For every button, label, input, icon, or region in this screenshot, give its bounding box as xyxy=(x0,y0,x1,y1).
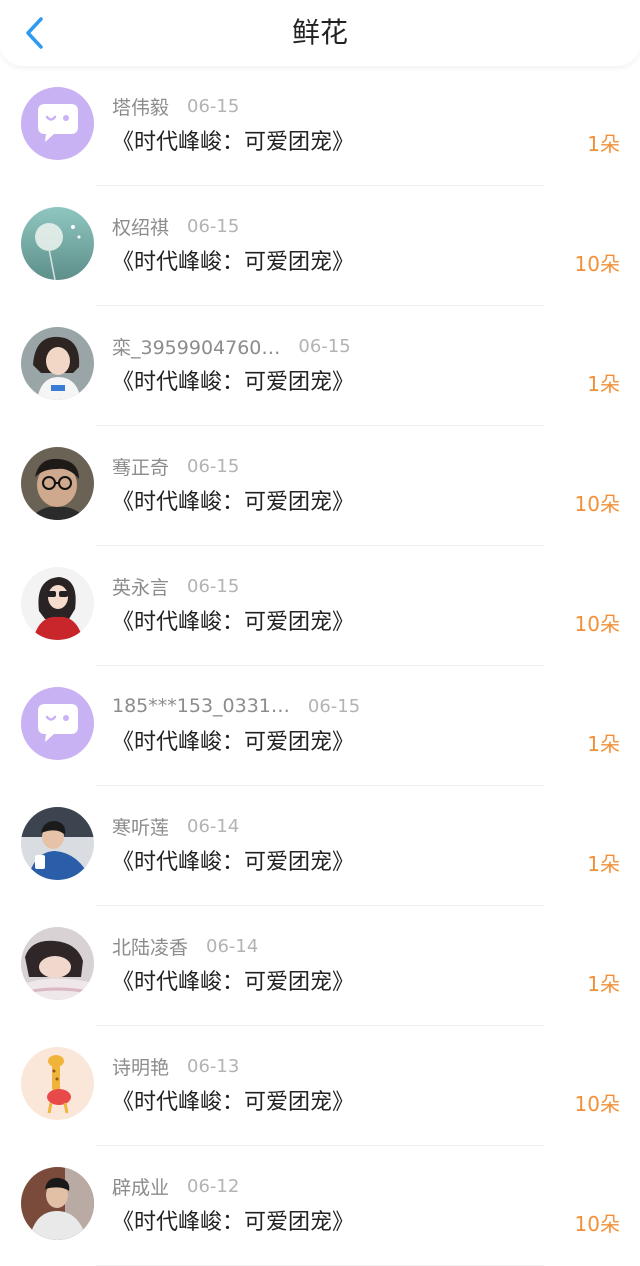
date-label: 06-14 xyxy=(206,935,259,957)
list-item[interactable]: 诗明艳 06-13 《时代峰峻：可爱团宠》 10朵 xyxy=(0,1026,640,1146)
book-title: 《时代峰峻：可爱团宠》 xyxy=(112,970,355,995)
list-item[interactable]: 辟成业 06-12 《时代峰峻：可爱团宠》 10朵 xyxy=(0,1146,640,1266)
list-item[interactable]: 185***153_0331… 06-15 《时代峰峻：可爱团宠》 1朵 xyxy=(0,666,640,786)
date-label: 06-15 xyxy=(298,335,351,357)
dandelion-photo-icon xyxy=(21,207,94,280)
avatar[interactable] xyxy=(21,1047,94,1120)
date-label: 06-14 xyxy=(187,815,240,837)
list-item[interactable]: 栾_3959904760… 06-15 《时代峰峻：可爱团宠》 1朵 xyxy=(0,306,640,426)
avatar[interactable] xyxy=(21,1167,94,1240)
list-item[interactable]: 权绍祺 06-15 《时代峰峻：可爱团宠》 10朵 xyxy=(0,186,640,306)
date-label: 06-15 xyxy=(187,575,240,597)
list-item[interactable]: 寒听莲 06-14 《时代峰峻：可爱团宠》 1朵 xyxy=(0,786,640,906)
date-label: 06-13 xyxy=(187,1055,240,1077)
sleeping-girl-photo-icon xyxy=(21,927,94,1000)
user-name: 栾_3959904760… xyxy=(112,336,281,359)
user-name: 塔伟毅 xyxy=(112,96,170,119)
date-label: 06-15 xyxy=(307,695,361,717)
user-name: 寒听莲 xyxy=(112,816,170,839)
book-title: 《时代峰峻：可爱团宠》 xyxy=(112,130,355,155)
book-title: 《时代峰峻：可爱团宠》 xyxy=(112,730,355,755)
flower-count: 1朵 xyxy=(587,732,620,756)
book-title: 《时代峰峻：可爱团宠》 xyxy=(112,250,355,275)
avatar[interactable] xyxy=(21,927,94,1000)
avatar[interactable] xyxy=(21,807,94,880)
book-title: 《时代峰峻：可爱团宠》 xyxy=(112,850,355,875)
book-title: 《时代峰峻：可爱团宠》 xyxy=(112,610,355,635)
flower-list: 塔伟毅 06-15 《时代峰峻：可爱团宠》 1朵 权绍祺 06-15 《时代峰峻… xyxy=(0,66,640,1266)
user-name: 185***153_0331… xyxy=(112,695,290,717)
list-item[interactable]: 英永言 06-15 《时代峰峻：可爱团宠》 10朵 xyxy=(0,546,640,666)
flower-count: 1朵 xyxy=(587,852,620,876)
avatar[interactable] xyxy=(21,687,94,760)
user-name: 权绍祺 xyxy=(112,216,170,239)
date-label: 06-15 xyxy=(187,455,240,477)
date-label: 06-15 xyxy=(187,95,240,117)
book-title: 《时代峰峻：可爱团宠》 xyxy=(112,370,355,395)
flower-count: 1朵 xyxy=(587,972,620,996)
flower-count: 10朵 xyxy=(574,612,620,636)
flower-count: 10朵 xyxy=(574,1212,620,1236)
avatar[interactable] xyxy=(21,327,94,400)
chat-bubble-icon xyxy=(21,687,94,760)
user-name: 诗明艳 xyxy=(112,1056,170,1079)
girl-photo-icon xyxy=(21,327,94,400)
list-item[interactable]: 北陆凌香 06-14 《时代峰峻：可爱团宠》 1朵 xyxy=(0,906,640,1026)
date-label: 06-15 xyxy=(187,215,240,237)
chat-bubble-icon xyxy=(21,87,94,160)
flower-count: 1朵 xyxy=(587,372,620,396)
user-name: 英永言 xyxy=(112,576,170,599)
list-item[interactable]: 塔伟毅 06-15 《时代峰峻：可爱团宠》 1朵 xyxy=(0,66,640,186)
flower-count: 1朵 xyxy=(587,132,620,156)
page-title: 鲜花 xyxy=(291,16,348,49)
woman-photo-icon xyxy=(21,567,94,640)
book-title: 《时代峰峻：可爱团宠》 xyxy=(112,1210,355,1235)
date-label: 06-12 xyxy=(187,1175,240,1197)
book-title: 《时代峰峻：可爱团宠》 xyxy=(112,490,355,515)
flower-count: 10朵 xyxy=(574,252,620,276)
giraffe-icon xyxy=(21,1047,94,1120)
flower-count: 10朵 xyxy=(574,492,620,516)
book-title: 《时代峰峻：可爱团宠》 xyxy=(112,1090,355,1115)
user-name: 北陆凌香 xyxy=(112,936,189,959)
avatar[interactable] xyxy=(21,207,94,280)
glasses-photo-icon xyxy=(21,447,94,520)
user-name: 骞正奇 xyxy=(112,456,170,479)
top-bar: 鲜花 xyxy=(0,0,640,66)
avatar[interactable] xyxy=(21,447,94,520)
man-dark-photo-icon xyxy=(21,1167,94,1240)
man-photo-icon xyxy=(21,807,94,880)
list-item[interactable]: 骞正奇 06-15 《时代峰峻：可爱团宠》 10朵 xyxy=(0,426,640,546)
avatar[interactable] xyxy=(21,87,94,160)
user-name: 辟成业 xyxy=(112,1176,170,1199)
avatar[interactable] xyxy=(21,567,94,640)
flower-count: 10朵 xyxy=(574,1092,620,1116)
